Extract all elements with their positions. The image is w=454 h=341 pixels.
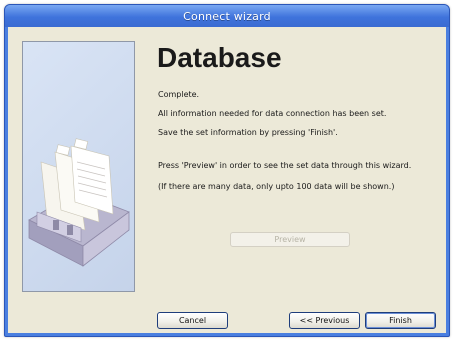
wizard-image-panel xyxy=(22,41,135,292)
title-bar[interactable]: Connect wizard xyxy=(5,5,449,27)
wizard-body: Database Complete. All information neede… xyxy=(8,27,446,333)
message-preview-instruction: Press 'Preview' in order to see the set … xyxy=(158,161,412,170)
message-preview-limit: (If there are many data, only upto 100 d… xyxy=(158,182,395,191)
message-save-instruction: Save the set information by pressing 'Fi… xyxy=(158,128,338,137)
preview-button[interactable]: Preview xyxy=(230,232,350,247)
message-info-set: All information needed for data connecti… xyxy=(158,109,387,118)
page-title: Database xyxy=(157,42,282,73)
message-complete: Complete. xyxy=(158,90,200,99)
wizard-window: Connect wizard Database Complete. All in… xyxy=(4,4,450,337)
finish-button[interactable]: Finish xyxy=(365,312,436,329)
cancel-button[interactable]: Cancel xyxy=(157,312,228,329)
window-title: Connect wizard xyxy=(183,9,271,23)
card-file-icon xyxy=(28,138,130,267)
previous-button[interactable]: << Previous xyxy=(289,312,360,329)
